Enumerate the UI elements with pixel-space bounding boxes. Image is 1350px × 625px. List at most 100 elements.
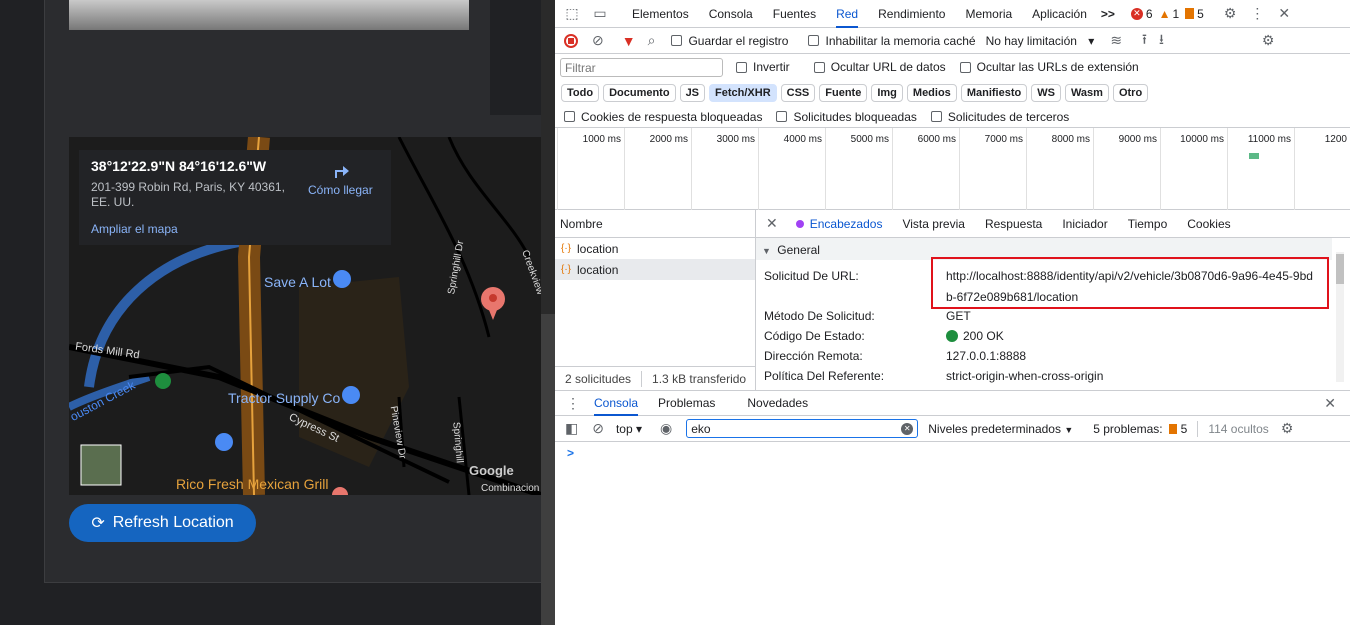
- network-conditions-icon[interactable]: ≋: [1110, 32, 1122, 49]
- tab-red[interactable]: Red: [836, 7, 859, 28]
- type-ws[interactable]: WS: [1031, 84, 1061, 102]
- tab-consola[interactable]: Consola: [709, 7, 753, 21]
- console-filter-input[interactable]: eko ✕: [686, 419, 919, 438]
- directions-link[interactable]: Cómo llegar: [308, 183, 373, 197]
- summary-divider: [641, 370, 643, 387]
- issues-icon[interactable]: [1185, 8, 1195, 19]
- tab-encabezados[interactable]: Encabezados: [810, 217, 883, 231]
- request-row-selected[interactable]: {·} location: [555, 259, 755, 280]
- tab-aplicacion[interactable]: Aplicación: [1032, 7, 1087, 21]
- disable-cache-checkbox[interactable]: Inhabilitar la memoria caché: [808, 34, 976, 48]
- problems-count[interactable]: 5: [1181, 422, 1188, 436]
- request-timing-bar: [1249, 153, 1259, 159]
- import-har-icon[interactable]: ⭱: [1142, 29, 1147, 53]
- type-fetch-xhr[interactable]: Fetch/XHR: [709, 84, 777, 102]
- record-stop-icon[interactable]: [564, 33, 578, 48]
- google-logo: Google: [469, 463, 514, 478]
- remote-value: 127.0.0.1:8888: [946, 349, 1027, 363]
- hide-ext-urls-checkbox[interactable]: Ocultar las URLs de extensión: [959, 60, 1139, 74]
- directions-icon[interactable]: [331, 160, 351, 180]
- timeline-tick: 1200: [1294, 128, 1350, 210]
- tab-vista-previa[interactable]: Vista previa: [902, 217, 964, 231]
- page-scrollbar-thumb[interactable]: [541, 314, 555, 625]
- close-detail-icon[interactable]: ✕: [766, 215, 778, 232]
- third-party-checkbox[interactable]: Solicitudes de terceros: [930, 110, 1069, 124]
- tab-fuentes[interactable]: Fuentes: [773, 7, 816, 21]
- search-icon[interactable]: ⌕: [648, 32, 656, 49]
- context-select[interactable]: top ▾: [616, 422, 642, 436]
- drawer-menu-icon[interactable]: ⋮: [566, 395, 580, 412]
- type-documento[interactable]: Documento: [603, 84, 676, 102]
- type-js[interactable]: JS: [679, 84, 706, 102]
- drawer-tab-consola[interactable]: Consola: [594, 391, 639, 416]
- hide-data-urls-checkbox[interactable]: Ocultar URL de datos: [813, 60, 946, 74]
- error-icon[interactable]: ✕: [1130, 7, 1143, 20]
- satellite-thumbnail: [80, 444, 122, 486]
- settings-gear-icon[interactable]: ⚙: [1224, 5, 1237, 22]
- tab-cookies[interactable]: Cookies: [1187, 217, 1230, 231]
- network-settings-icon[interactable]: ⚙: [1262, 32, 1275, 49]
- request-summary: 2 solicitudes 1.3 kB transferido: [555, 366, 755, 390]
- throttle-select[interactable]: No hay limitación ▾: [986, 34, 1095, 48]
- blocked-requests-checkbox[interactable]: Solicitudes bloqueadas: [776, 110, 917, 124]
- console-settings-icon[interactable]: ⚙: [1281, 420, 1294, 437]
- tab-iniciador[interactable]: Iniciador: [1062, 217, 1107, 231]
- type-manifiesto[interactable]: Manifiesto: [960, 84, 1028, 102]
- more-tabs-button[interactable]: >>: [1101, 7, 1115, 21]
- problems-label[interactable]: 5 problemas:: [1093, 422, 1162, 436]
- invert-checkbox[interactable]: Invertir: [736, 60, 790, 74]
- tab-respuesta[interactable]: Respuesta: [985, 217, 1042, 231]
- console-sidebar-icon[interactable]: ◧: [565, 420, 578, 437]
- clear-filter-icon[interactable]: ✕: [901, 422, 914, 435]
- drawer-tab-novedades[interactable]: Novedades: [747, 396, 808, 410]
- type-fuente[interactable]: Fuente: [819, 84, 868, 102]
- app-pane: Save A Lot Tractor Supply Co Rico Fresh …: [0, 0, 555, 625]
- problems-icon: [1168, 423, 1177, 434]
- type-todo[interactable]: Todo: [561, 84, 600, 102]
- network-overview-timeline[interactable]: 1000 ms 2000 ms 3000 ms 4000 ms 5000 ms …: [555, 128, 1350, 210]
- xhr-icon: {·}: [561, 264, 572, 275]
- clear-console-icon[interactable]: ⊘: [592, 420, 604, 437]
- kebab-menu-icon[interactable]: ⋮: [1250, 5, 1264, 22]
- issues-count[interactable]: 5: [1197, 7, 1204, 21]
- timeline-tick: 7000 ms: [959, 128, 1026, 210]
- tab-tiempo[interactable]: Tiempo: [1128, 217, 1168, 231]
- detail-scrollbar[interactable]: [1336, 252, 1344, 382]
- preserve-log-checkbox[interactable]: Guardar el registro: [671, 34, 788, 48]
- warning-count[interactable]: 1: [1172, 7, 1179, 21]
- tab-elementos[interactable]: Elementos: [632, 7, 689, 21]
- type-css[interactable]: CSS: [780, 84, 816, 102]
- eye-icon[interactable]: ◉: [660, 420, 672, 437]
- drawer-tab-problemas[interactable]: Problemas: [658, 396, 715, 410]
- device-toolbar-icon[interactable]: ▭: [592, 5, 608, 22]
- type-otro[interactable]: Otro: [1112, 84, 1149, 102]
- tab-memoria[interactable]: Memoria: [965, 7, 1012, 21]
- toolbar-divider: [1197, 420, 1199, 437]
- log-levels-select[interactable]: Niveles predeterminados ▼: [928, 422, 1073, 436]
- error-count[interactable]: 6: [1146, 7, 1153, 21]
- close-drawer-icon[interactable]: ✕: [1324, 395, 1336, 412]
- refresh-icon: ⟳: [91, 515, 105, 532]
- type-wasm[interactable]: Wasm: [1064, 84, 1109, 102]
- request-row[interactable]: {·} location: [555, 238, 755, 259]
- blocked-response-cookies-checkbox[interactable]: Cookies de respuesta bloqueadas: [564, 110, 762, 124]
- dot-indicator: [795, 219, 804, 228]
- filter-input[interactable]: Filtrar: [560, 57, 723, 77]
- tab-rendimiento[interactable]: Rendimiento: [878, 7, 945, 21]
- type-img[interactable]: Img: [871, 84, 903, 102]
- console-output[interactable]: >: [555, 442, 1350, 625]
- save-a-lot-marker: [333, 270, 351, 288]
- inspect-element-icon[interactable]: ⬚: [564, 5, 580, 22]
- clear-icon[interactable]: ⊘: [592, 32, 604, 49]
- export-har-icon[interactable]: ⭳: [1159, 29, 1164, 53]
- general-label: General: [777, 243, 820, 257]
- map-attribution[interactable]: Combinacion: [481, 483, 539, 494]
- close-devtools-icon[interactable]: ✕: [1278, 5, 1290, 22]
- warning-icon[interactable]: ▲: [1159, 7, 1171, 21]
- enlarge-map-link[interactable]: Ampliar el mapa: [91, 222, 178, 236]
- names-column-header[interactable]: Nombre: [555, 210, 755, 238]
- filter-icon[interactable]: ▼: [622, 33, 636, 49]
- refresh-location-button[interactable]: ⟳ Refresh Location: [69, 504, 256, 542]
- type-medios[interactable]: Medios: [906, 84, 957, 102]
- console-prompt[interactable]: >: [567, 446, 574, 460]
